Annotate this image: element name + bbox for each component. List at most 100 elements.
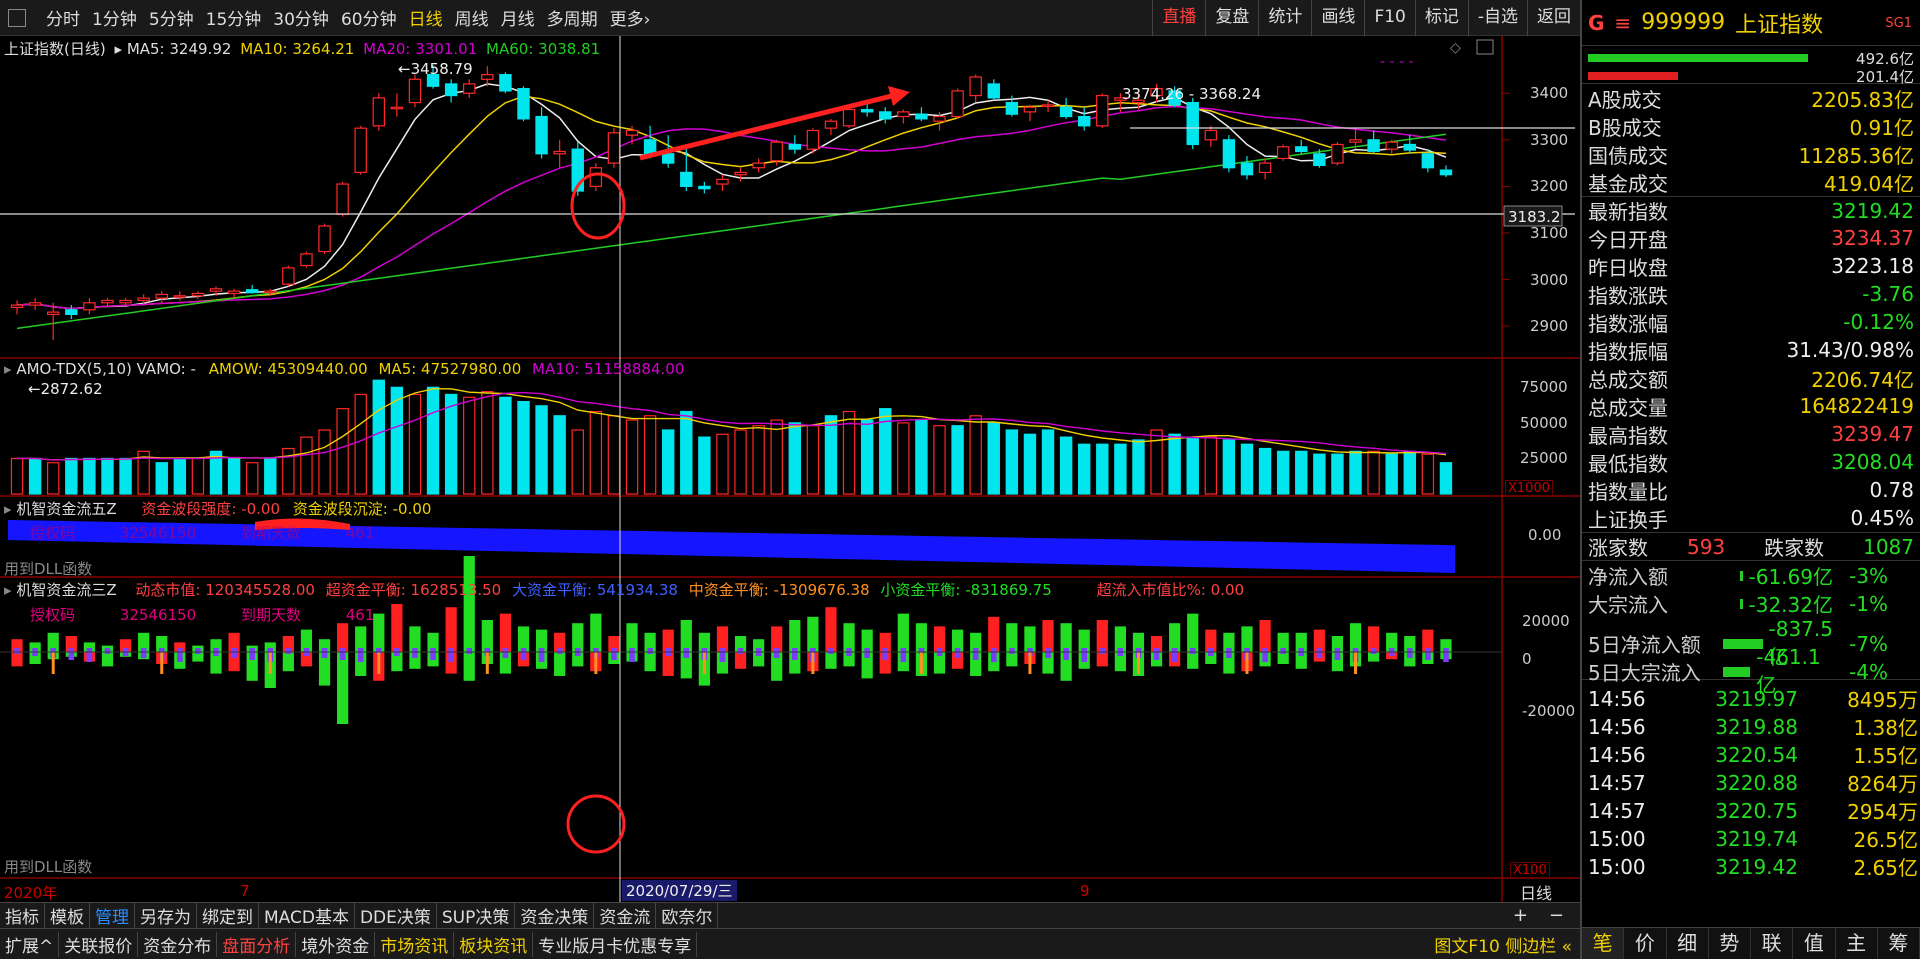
- zoom-out-button[interactable]: −: [1549, 905, 1564, 926]
- toolbar-btn-4[interactable]: F10: [1364, 0, 1414, 36]
- tick-time: 15:00: [1588, 826, 1646, 851]
- volume-bar: [101, 457, 114, 495]
- volume-bar: [83, 457, 96, 495]
- period-tab-6[interactable]: 日线: [403, 5, 449, 30]
- toolbar-btn-1[interactable]: 复盘: [1205, 0, 1258, 36]
- toolbar-btn-5[interactable]: 标记: [1414, 0, 1468, 36]
- stat-value: 419.04亿: [1824, 171, 1914, 196]
- info-tab-7[interactable]: 专业版月卡优惠专享: [533, 931, 698, 957]
- candle-body: [933, 115, 946, 122]
- toolbar-btn-3[interactable]: 画线: [1311, 0, 1364, 36]
- volume-bar: [1204, 436, 1218, 495]
- flow3-bar-big: [683, 648, 690, 658]
- menu-icon[interactable]: ≡: [1614, 11, 1631, 35]
- stat-row: A股成交 2205.83亿: [1582, 84, 1920, 112]
- indicator-tab-5[interactable]: MACD基本: [259, 903, 355, 928]
- quote-tab-7[interactable]: 筹: [1878, 928, 1920, 959]
- indicator-tab-9[interactable]: 资金流: [594, 903, 657, 928]
- candle-body: [969, 76, 982, 97]
- price-tick: 3000: [1530, 270, 1569, 289]
- volume-unit: X1000: [1505, 480, 1553, 497]
- info-tab-6[interactable]: 板块资讯: [454, 931, 534, 957]
- flow3-bar-down: [644, 652, 656, 672]
- flow3-bar-big: [177, 648, 183, 662]
- candle-body: [336, 183, 349, 215]
- zoom-in-button[interactable]: +: [1513, 905, 1528, 926]
- indicator-tab-10[interactable]: 欧奈尔: [656, 903, 719, 928]
- indicator-tab-7[interactable]: SUP决策: [437, 903, 516, 928]
- candle-body: [245, 289, 259, 294]
- window-menu-icon[interactable]: [8, 8, 26, 27]
- stat-value: 3234.37: [1831, 226, 1914, 250]
- volume-bar: [1096, 443, 1109, 495]
- period-tab-8[interactable]: 月线: [495, 5, 541, 30]
- vol-tick: 25000: [1520, 449, 1568, 468]
- indicator-tab-6[interactable]: DDE决策: [355, 903, 437, 928]
- period-tab-1[interactable]: 1分钟: [86, 5, 143, 30]
- stat-label: 基金成交: [1588, 171, 1668, 196]
- stat-row: 指数振幅 31.43/0.98%: [1582, 336, 1920, 364]
- volume-bar: [680, 410, 693, 495]
- chart-area[interactable]: 3183.2 ←3458.79 ←2872.62 3374.26 - 3368.…: [0, 36, 1580, 910]
- quote-tab-5[interactable]: 值: [1793, 928, 1836, 959]
- period-tab-5[interactable]: 60分钟: [335, 5, 403, 30]
- indicator-tab-0[interactable]: 指标: [0, 903, 45, 928]
- indicator-tab-8[interactable]: 资金决策: [515, 903, 595, 928]
- toolbar-btn-7[interactable]: 返回: [1527, 0, 1580, 36]
- stat-value: 164822419: [1799, 394, 1914, 418]
- period-tab-7[interactable]: 周线: [449, 5, 495, 30]
- flow3-bar-up: [572, 623, 584, 652]
- volume-bar: [1295, 450, 1308, 495]
- stat-label: 今日开盘: [1588, 227, 1668, 252]
- candle-body: [481, 74, 494, 80]
- quote-tab-1[interactable]: 价: [1624, 928, 1667, 959]
- quote-tab-3[interactable]: 势: [1709, 928, 1751, 959]
- info-tab-3[interactable]: 盘面分析: [217, 931, 297, 957]
- period-tab-4[interactable]: 30分钟: [267, 5, 335, 30]
- stat-label: B股成交: [1588, 115, 1662, 140]
- indicator-tab-4[interactable]: 绑定到: [197, 903, 259, 928]
- volume-bar: [390, 386, 404, 495]
- flow3-bar-mid: [594, 652, 598, 674]
- indicator-tab-3[interactable]: 另存为: [135, 903, 197, 928]
- toolbar-btn-2[interactable]: 统计: [1258, 0, 1311, 36]
- indicator-tab-1[interactable]: 模板: [45, 903, 90, 928]
- indicator-tab-2[interactable]: 管理: [90, 903, 135, 928]
- quote-tab-2[interactable]: 细: [1667, 928, 1709, 959]
- period-tab-10[interactable]: 更多›: [604, 5, 657, 30]
- flow3-bar-big: [14, 648, 20, 654]
- flow3-bar-big: [231, 648, 237, 658]
- sidebar-toggle[interactable]: 图文F10 侧边栏 «: [1434, 932, 1572, 957]
- info-tab-0[interactable]: 扩展^: [0, 931, 60, 957]
- kline-chart[interactable]: 3183.2 ←3458.79 ←2872.62 3374.26 - 3368.…: [0, 36, 1580, 902]
- period-tab-0[interactable]: 分时: [40, 5, 86, 30]
- flow3-bar-big: [792, 648, 798, 660]
- quote-tab-6[interactable]: 主: [1836, 928, 1878, 959]
- flow3-bar-big: [1425, 648, 1431, 660]
- diamond-icon[interactable]: ◇: [1450, 40, 1461, 56]
- down-volume-value: 201.4亿: [1856, 68, 1914, 86]
- info-tab-1[interactable]: 关联报价: [59, 931, 139, 957]
- toolbar-btn-6[interactable]: -自选: [1467, 0, 1527, 36]
- candle-body: [1005, 101, 1019, 115]
- quote-tab-4[interactable]: 联: [1751, 928, 1794, 959]
- toolbar-btn-0[interactable]: 直播: [1152, 0, 1205, 36]
- tick-price: 3219.97: [1715, 686, 1798, 711]
- g-icon[interactable]: G: [1588, 11, 1604, 35]
- price-tick: 3200: [1530, 177, 1569, 196]
- info-tab-2[interactable]: 资金分布: [138, 931, 218, 957]
- period-tab-9[interactable]: 多周期: [541, 5, 604, 30]
- stat-value: 2205.83亿: [1811, 87, 1914, 112]
- info-tab-4[interactable]: 境外资金: [296, 931, 376, 957]
- range-label: 3374.26 - 3368.24: [1122, 85, 1261, 103]
- flow3-legend: ▸ 机智资金流三Z 动态市值: 120345528.00 超资金平衡: 1628…: [4, 581, 1245, 599]
- quote-tab-0[interactable]: 笔: [1582, 928, 1625, 959]
- candle-body: [842, 108, 856, 127]
- tick-row: 14:57 3220.75 2954万: [1582, 796, 1920, 825]
- period-tab-3[interactable]: 15分钟: [200, 5, 268, 30]
- flow3-bar-big: [719, 648, 726, 662]
- up-count-label: 涨家数: [1588, 536, 1648, 560]
- info-tab-5[interactable]: 市场资讯: [375, 931, 455, 957]
- period-tab-2[interactable]: 5分钟: [143, 5, 200, 30]
- flow3-bar-mid: [1245, 652, 1249, 674]
